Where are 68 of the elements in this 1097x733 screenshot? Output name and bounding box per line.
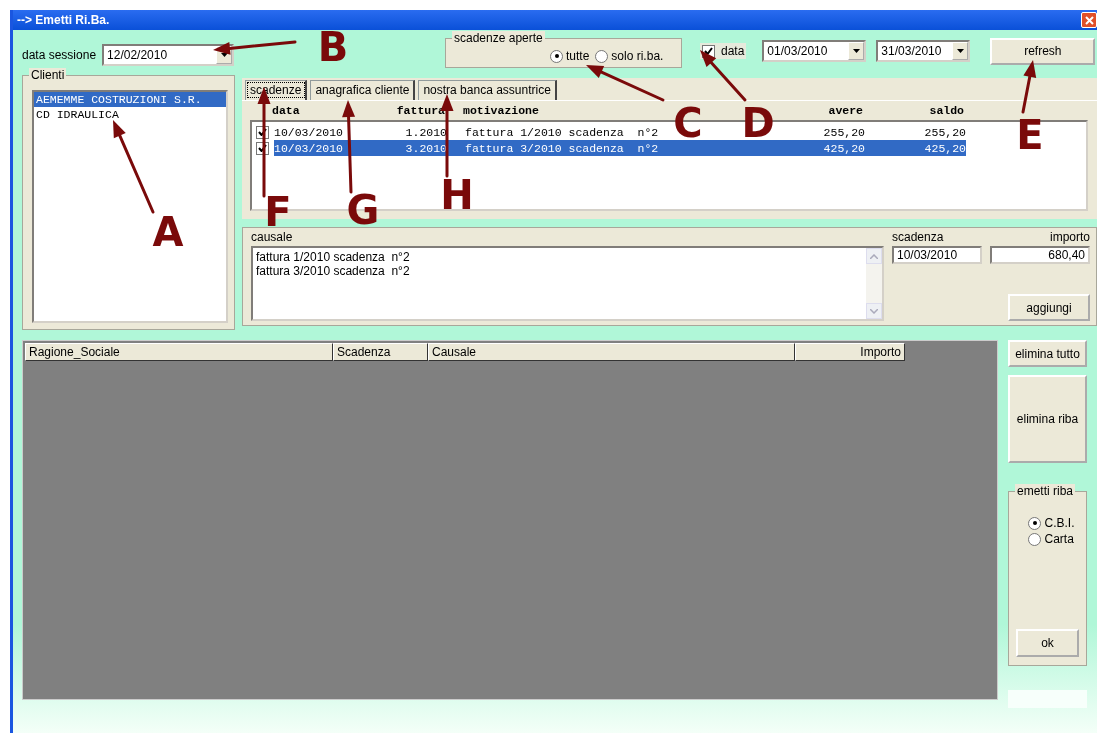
table-cell-text: 10/03/2010: [274, 141, 344, 155]
tab[interactable]: nostra banca assuntrice: [418, 80, 557, 100]
checkbox-label: data: [721, 44, 745, 58]
scadenza-field[interactable]: 10/03/2010: [892, 246, 982, 264]
date-checkbox[interactable]: data: [700, 43, 747, 59]
table-cell-text: 425,20: [923, 141, 966, 155]
radio-button[interactable]: C.B.I.: [1028, 516, 1075, 530]
due-row[interactable]: 10/03/2010 3.2010 fattura 3/2010 scadenza n°2 425,20 425,20: [274, 140, 966, 156]
annotation-letter: E: [1015, 111, 1045, 159]
causale-line: fattura 3/2010 scadenza n°2: [256, 264, 410, 278]
refresh-button[interactable]: refresh: [990, 37, 1096, 65]
close-icon: [1083, 14, 1095, 26]
annotation-arrow: [1021, 60, 1037, 114]
column-header[interactable]: Importo: [795, 343, 905, 361]
dropdown-icon: [848, 42, 865, 60]
ok-button[interactable]: ok: [1016, 629, 1079, 657]
session-date-combo[interactable]: 12/02/2010: [102, 44, 235, 66]
table-cell-text: 255,20: [923, 125, 966, 139]
table-cell-text: fattura 3/2010 scadenza n°2: [464, 141, 660, 155]
column-header: motivazione: [462, 104, 540, 119]
from-date-combo[interactable]: 01/03/2010: [762, 40, 867, 62]
radio-label: C.B.I.: [1044, 516, 1075, 530]
table-cell-text: 10/03/2010: [274, 125, 344, 139]
column-header: saldo: [928, 104, 964, 119]
radio-label: tutte: [566, 49, 590, 63]
client-item[interactable]: CD IDRAULICA: [34, 107, 226, 122]
window-title: --> Emetti Ri.Ba.: [17, 13, 110, 27]
scroll-bar[interactable]: [866, 248, 882, 319]
radio-label: Carta: [1044, 532, 1074, 546]
delete-all-button[interactable]: elimina tutto: [1008, 340, 1087, 367]
client-item[interactable]: AEMEMME COSTRUZIONI S.R.: [34, 92, 226, 107]
scroll-down-icon[interactable]: [866, 303, 882, 319]
to-date-combo[interactable]: 31/03/2010: [876, 40, 971, 62]
column-header[interactable]: Ragione_Sociale: [25, 343, 333, 361]
annotation-letter: A: [151, 208, 185, 256]
scroll-up-icon[interactable]: [866, 248, 882, 264]
causale-line: fattura 1/2010 scadenza n°2: [256, 250, 410, 264]
table-cell-text: 425,20: [822, 141, 865, 155]
tab[interactable]: scadenze: [245, 80, 308, 100]
importo-label: importo: [1050, 230, 1090, 244]
importo-field[interactable]: 680,40: [990, 246, 1090, 264]
annotation-letter: B: [316, 23, 350, 71]
radio-button[interactable]: Carta: [1028, 532, 1075, 546]
session-label: data sessione: [22, 48, 97, 62]
radio-label: solo ri.ba.: [611, 49, 664, 63]
table-cell-text: 1.2010: [404, 125, 447, 139]
column-header[interactable]: Scadenza: [333, 343, 428, 361]
column-header: avere: [827, 104, 863, 119]
close-button[interactable]: [1081, 12, 1097, 28]
add-button[interactable]: aggiungi: [1008, 294, 1090, 321]
scadenza-label: scadenza: [892, 230, 945, 244]
annotation-letter: H: [439, 171, 475, 219]
causale-textarea[interactable]: fattura 1/2010 scadenza n°2 fattura 3/2010 scadenza n°2: [251, 246, 884, 321]
group-title: scadenze aperte: [452, 31, 545, 45]
table-cell-text: 3.2010: [404, 141, 447, 155]
column-header: fattura: [395, 104, 445, 119]
dropdown-icon: [952, 42, 969, 60]
column-header: data: [272, 104, 301, 119]
radio-button[interactable]: tutte: [550, 49, 590, 63]
table-cell-text: 255,20: [822, 125, 865, 139]
group-title: emetti riba: [1015, 484, 1076, 498]
column-header[interactable]: Causale: [428, 343, 795, 361]
annotation-letter: G: [345, 186, 381, 234]
tab[interactable]: anagrafica cliente: [310, 80, 416, 100]
radio-button[interactable]: solo ri.ba.: [595, 49, 664, 63]
group-title: Clienti: [29, 68, 67, 82]
delete-riba-button[interactable]: elimina riba: [1008, 375, 1087, 463]
table-cell-text: fattura 1/2010 scadenza n°2: [464, 125, 660, 139]
